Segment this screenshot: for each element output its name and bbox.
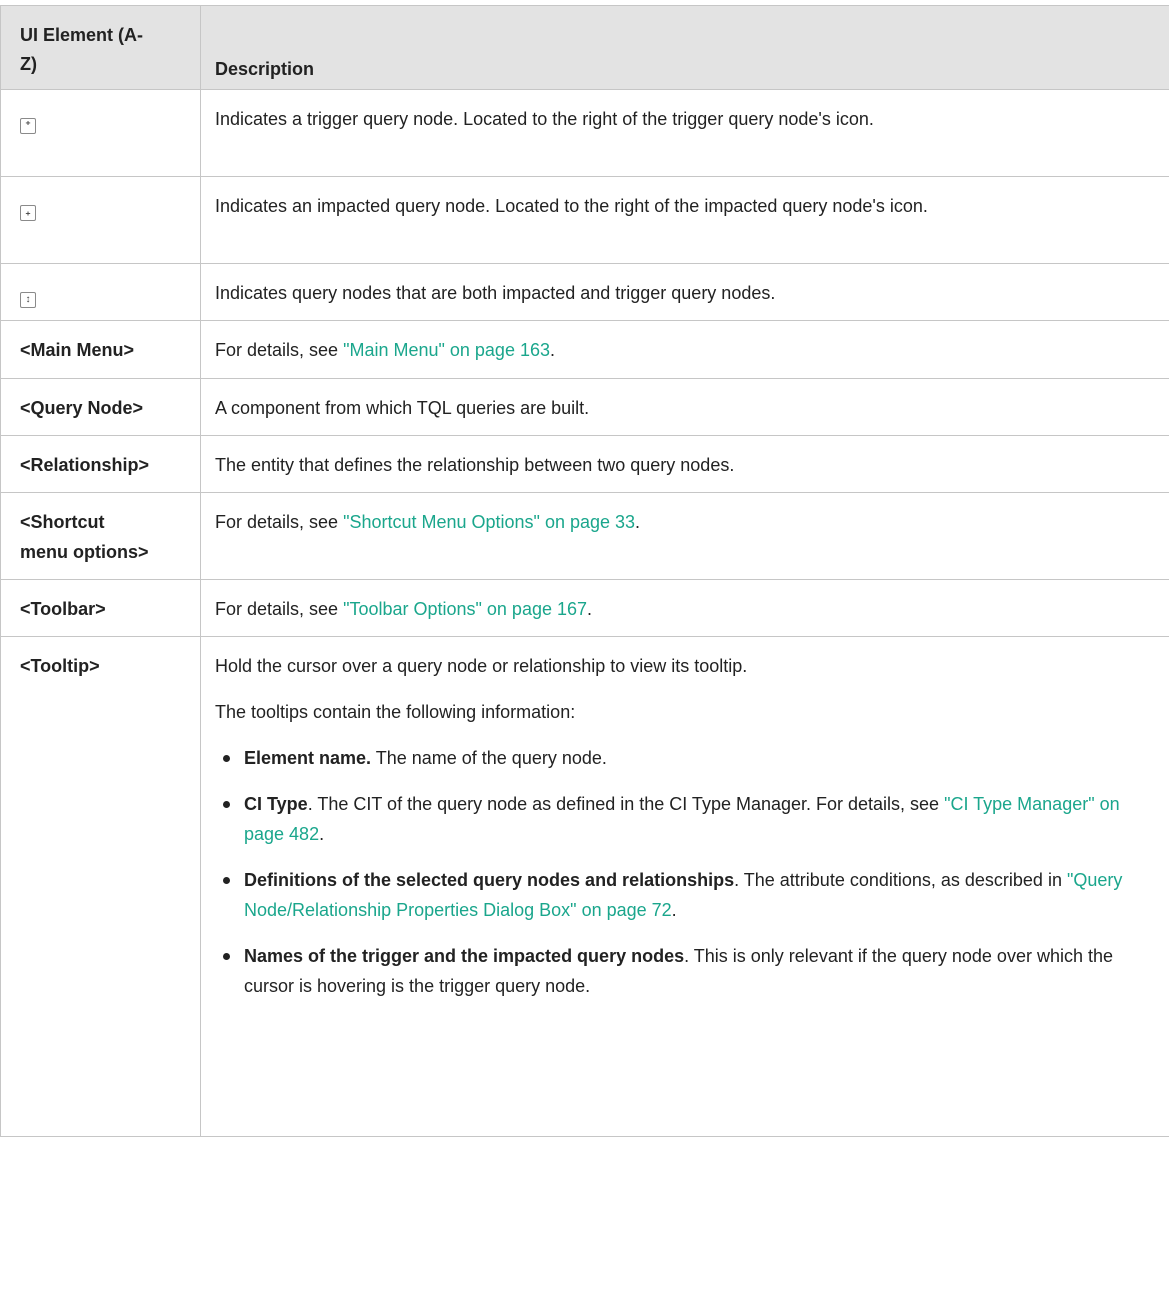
description-cell: The entity that defines the relationship… (200, 435, 1169, 493)
table-row: ₊ Indicates an impacted query node. Loca… (0, 176, 1169, 264)
element-cell: ↕ (0, 263, 201, 321)
table-row: <Main Menu> For details, see "Main Menu"… (0, 320, 1169, 379)
bullet-icon (223, 877, 230, 884)
description-cell: For details, see "Main Menu" on page 163… (200, 320, 1169, 379)
shortcut-menu-options-link[interactable]: "Shortcut Menu Options" on page 33 (343, 512, 635, 532)
header-ui-element: UI Element (A- Z) (0, 5, 201, 90)
toolbar-options-link[interactable]: "Toolbar Options" on page 167 (343, 599, 587, 619)
table-row: <Shortcut menu options> For details, see … (0, 492, 1169, 580)
impacted-query-node-icon: ₊ (20, 205, 36, 221)
both-query-node-icon: ↕ (20, 292, 36, 308)
element-cell: <Relationship> (0, 435, 201, 493)
table-row: <Tooltip> Hold the cursor over a query n… (0, 636, 1169, 1137)
description-cell: Indicates query nodes that are both impa… (200, 263, 1169, 321)
bullet-icon (223, 755, 230, 762)
bullet-icon (223, 801, 230, 808)
description-cell: Indicates a trigger query node. Located … (200, 89, 1169, 177)
trigger-query-node-icon: ⁺ (20, 118, 36, 134)
element-cell: <Tooltip> (0, 636, 201, 1137)
table-row: <Query Node> A component from which TQL … (0, 378, 1169, 436)
description-cell: Hold the cursor over a query node or rel… (200, 636, 1169, 1137)
main-menu-link[interactable]: "Main Menu" on page 163 (343, 340, 550, 360)
tooltip-paragraph-2: The tooltips contain the following infor… (215, 702, 576, 722)
element-cell: ₊ (0, 176, 201, 264)
table-header-row: UI Element (A- Z) Description (0, 5, 1169, 90)
description-cell: A component from which TQL queries are b… (200, 378, 1169, 436)
list-item: CI Type. The CIT of the query node as de… (215, 789, 1129, 849)
table-row: ⁺ Indicates a trigger query node. Locate… (0, 89, 1169, 177)
element-cell: <Main Menu> (0, 320, 201, 379)
table-row: <Toolbar> For details, see "Toolbar Opti… (0, 579, 1169, 637)
table-row: <Relationship> The entity that defines t… (0, 435, 1169, 493)
description-cell: For details, see "Toolbar Options" on pa… (200, 579, 1169, 637)
header-description: Description (200, 5, 1169, 90)
element-cell: <Toolbar> (0, 579, 201, 637)
list-item: Definitions of the selected query nodes … (215, 865, 1129, 925)
element-cell: <Query Node> (0, 378, 201, 436)
list-item: Names of the trigger and the impacted qu… (215, 941, 1129, 1001)
element-cell: ⁺ (0, 89, 201, 177)
tooltip-paragraph-1: Hold the cursor over a query node or rel… (215, 656, 748, 676)
element-cell: <Shortcut menu options> (0, 492, 201, 580)
description-cell: For details, see "Shortcut Menu Options"… (200, 492, 1169, 580)
tooltip-info-list: Element name. The name of the query node… (215, 743, 1129, 1001)
list-item: Element name. The name of the query node… (215, 743, 1129, 773)
ui-elements-table: UI Element (A- Z) Description ⁺ Indicates… (0, 5, 1169, 1137)
table-row: ↕ Indicates query nodes that are both im… (0, 263, 1169, 321)
description-cell: Indicates an impacted query node. Locate… (200, 176, 1169, 264)
bullet-icon (223, 953, 230, 960)
